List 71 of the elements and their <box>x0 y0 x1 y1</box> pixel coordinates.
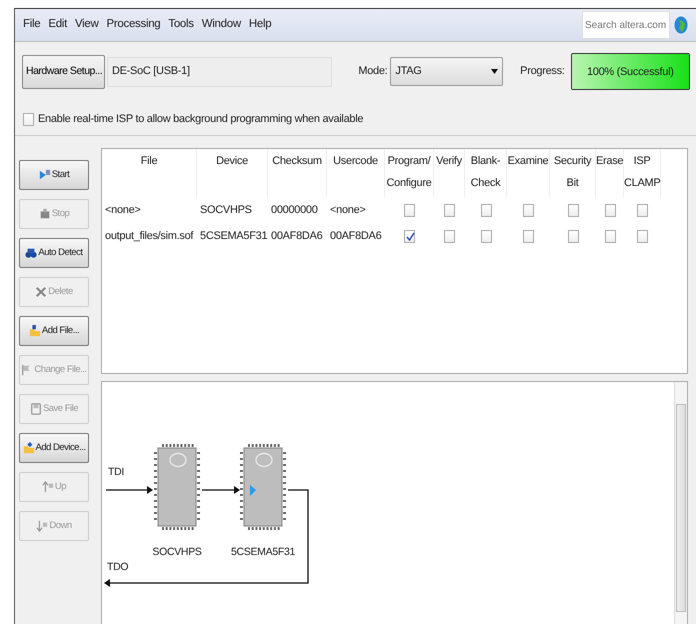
checkbox[interactable] <box>523 204 534 216</box>
column-header[interactable]: Usercode <box>327 149 385 197</box>
checkbox[interactable] <box>480 204 492 216</box>
play-icon <box>38 169 51 181</box>
table-cell-text: <none> <box>104 202 142 218</box>
table-cell-text: 00AF8DA6 <box>270 228 324 244</box>
side-button[interactable]: Add File... <box>19 316 89 346</box>
checkbox[interactable] <box>637 204 648 216</box>
side-button[interactable]: Auto Detect <box>19 238 89 268</box>
column-header[interactable]: Blank- Check <box>465 149 507 197</box>
table-cell-text: output_files/sim.sof <box>104 228 194 244</box>
column-header[interactable]: Checksum <box>268 149 327 197</box>
arrow <box>106 486 153 494</box>
side-button[interactable]: Start <box>19 160 89 190</box>
column-header[interactable]: File <box>102 149 197 197</box>
up-arrow-icon <box>42 481 54 493</box>
tdi-label: TDI <box>108 465 124 480</box>
menu-item[interactable]: Tools <box>164 16 198 34</box>
table-cell-text: 00AF8DA6 <box>329 228 382 244</box>
chip-drawing[interactable] <box>240 444 286 530</box>
binoculars-icon <box>25 247 38 259</box>
menu-item[interactable]: File <box>19 16 44 34</box>
column-header[interactable]: Verify <box>434 149 465 197</box>
vertical-scrollbar[interactable] <box>674 382 687 624</box>
table-cell-text: 5CSEMA5F31 <box>199 228 268 244</box>
chip-drawing[interactable] <box>154 444 200 530</box>
column-header[interactable]: Examine <box>507 149 550 197</box>
device-label: 5CSEMA5F31 <box>230 545 296 560</box>
checkbox[interactable] <box>604 230 616 242</box>
menu-item[interactable]: View <box>70 16 102 34</box>
side-button[interactable]: Add Device... <box>19 433 89 463</box>
checkbox[interactable] <box>444 204 455 216</box>
checkbox[interactable] <box>444 230 455 242</box>
column-header[interactable]: ISP CLAMP <box>624 149 661 197</box>
folder-icon <box>22 442 34 454</box>
column-header[interactable]: Program/ Configure <box>385 149 434 197</box>
progress-text: 100% (Successful) <box>586 65 675 80</box>
checkbox[interactable] <box>480 230 492 242</box>
column-header[interactable]: Device <box>197 149 268 197</box>
menu-item[interactable]: Help <box>244 16 276 34</box>
globe-icon[interactable] <box>674 16 688 34</box>
menu-item[interactable]: Processing <box>102 16 164 34</box>
menu-item[interactable]: Window <box>198 16 245 34</box>
checkbox[interactable] <box>568 204 578 216</box>
floppy-icon <box>30 403 42 415</box>
tdo-label: TDO <box>107 560 128 575</box>
checkbox[interactable] <box>604 204 616 216</box>
arrow <box>202 486 240 494</box>
menu-item[interactable]: Edit <box>44 16 71 34</box>
hardware-field[interactable]: DE-SoC [USB-1] <box>107 56 332 86</box>
down-arrow-icon <box>36 520 48 532</box>
table-cell-text: 00000000 <box>270 202 319 218</box>
checkbox[interactable] <box>523 230 534 242</box>
cross-icon <box>35 286 48 298</box>
progress-label: Progress: <box>520 64 565 80</box>
mode-label: Mode: <box>358 64 388 80</box>
hardware-setup-button[interactable]: Hardware Setup... <box>22 54 105 88</box>
table-cell-text: <none> <box>329 202 367 218</box>
device-label: SOCVHPS <box>152 545 202 560</box>
table-cell-text: SOCVHPS <box>199 202 253 218</box>
checkbox[interactable] <box>568 230 578 242</box>
column-header[interactable]: Erase <box>596 149 624 197</box>
folder-icon <box>28 325 41 337</box>
checkbox[interactable] <box>404 204 415 216</box>
column-header[interactable]: Security Bit <box>550 149 596 197</box>
mode-dropdown[interactable]: JTAG <box>390 57 504 86</box>
checkbox[interactable] <box>637 230 648 242</box>
checkbox-label: Enable real-time ISP to allow background programming when available <box>38 112 364 128</box>
checkbox[interactable] <box>404 230 415 242</box>
search-field[interactable]: Search altera.com <box>582 11 670 39</box>
checkbox[interactable] <box>23 113 34 126</box>
